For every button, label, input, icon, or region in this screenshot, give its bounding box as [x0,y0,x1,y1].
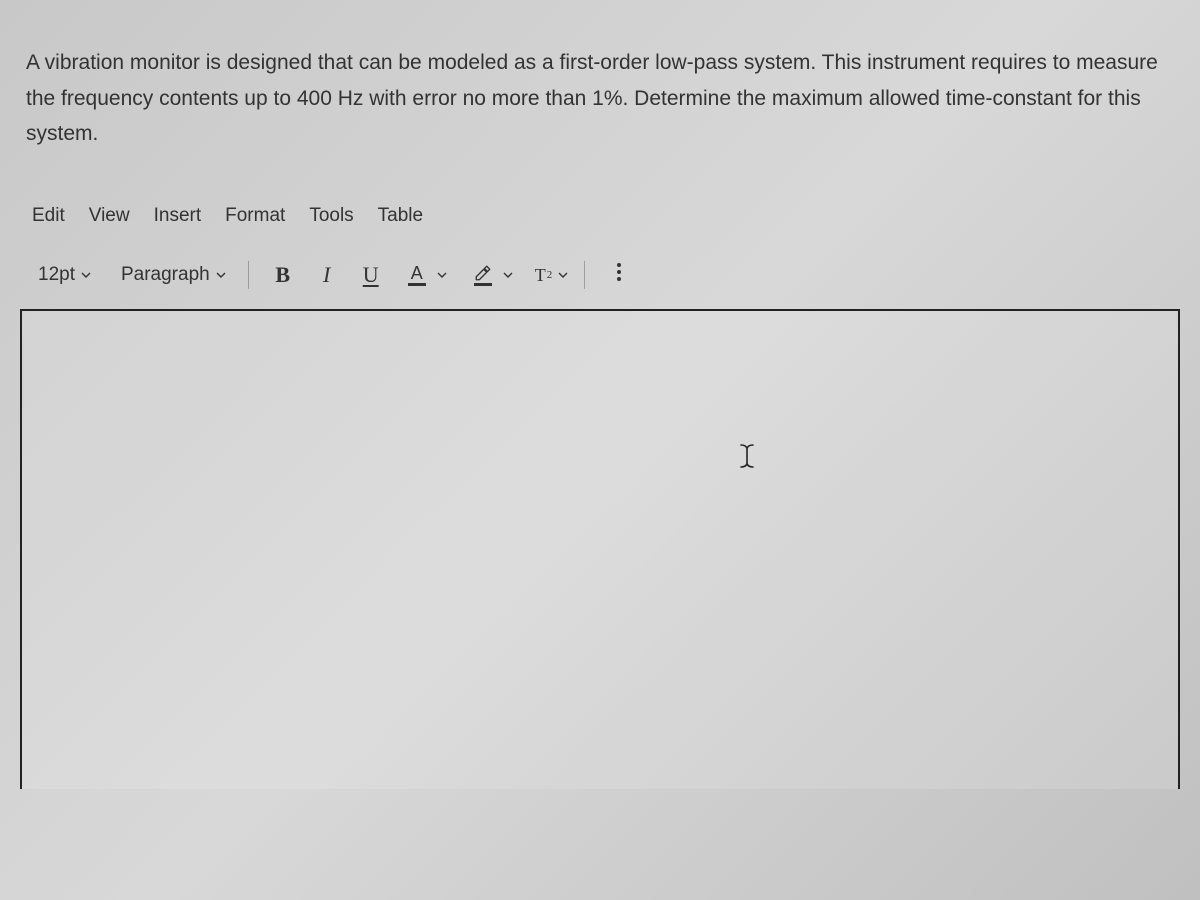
superscript-icon: T2 [535,265,553,286]
menu-format[interactable]: Format [225,205,285,227]
chevron-down-icon [558,270,568,280]
highlight-color-dropdown[interactable] [469,264,513,286]
menu-tools[interactable]: Tools [309,205,353,227]
highlight-color-bar [474,283,492,286]
superscript-sup: 2 [547,269,553,281]
underline-button[interactable]: U [353,259,389,291]
vertical-dots-icon [617,262,621,288]
editor-menubar: Edit View Insert Format Tools Table [20,197,1180,235]
rich-text-editor[interactable] [20,309,1180,789]
block-format-label: Paragraph [121,264,210,286]
superscript-base: T [535,265,546,286]
chevron-down-icon [216,270,226,280]
text-color-dropdown[interactable]: A [403,264,447,286]
italic-button[interactable]: I [309,259,345,291]
block-format-dropdown[interactable]: Paragraph [115,262,232,288]
editor-toolbar: 12pt Paragraph B I U A [20,253,1180,305]
toolbar-divider [584,261,585,289]
text-color-letter: A [411,264,423,282]
chevron-down-icon [503,270,513,280]
chevron-down-icon [81,270,91,280]
text-color-bar [408,283,426,286]
menu-view[interactable]: View [89,205,130,227]
more-options-button[interactable] [601,259,637,291]
text-cursor-icon [736,443,758,469]
font-size-dropdown[interactable]: 12pt [32,262,97,288]
chevron-down-icon [437,270,447,280]
menu-insert[interactable]: Insert [154,205,202,227]
highlighter-icon [469,264,497,286]
menu-table[interactable]: Table [378,205,423,227]
font-size-label: 12pt [38,264,75,286]
text-color-icon: A [403,264,431,286]
superscript-dropdown[interactable]: T2 [535,265,569,286]
bold-button[interactable]: B [265,259,301,291]
menu-edit[interactable]: Edit [32,205,65,227]
question-prompt: A vibration monitor is designed that can… [20,20,1180,152]
toolbar-divider [248,261,249,289]
